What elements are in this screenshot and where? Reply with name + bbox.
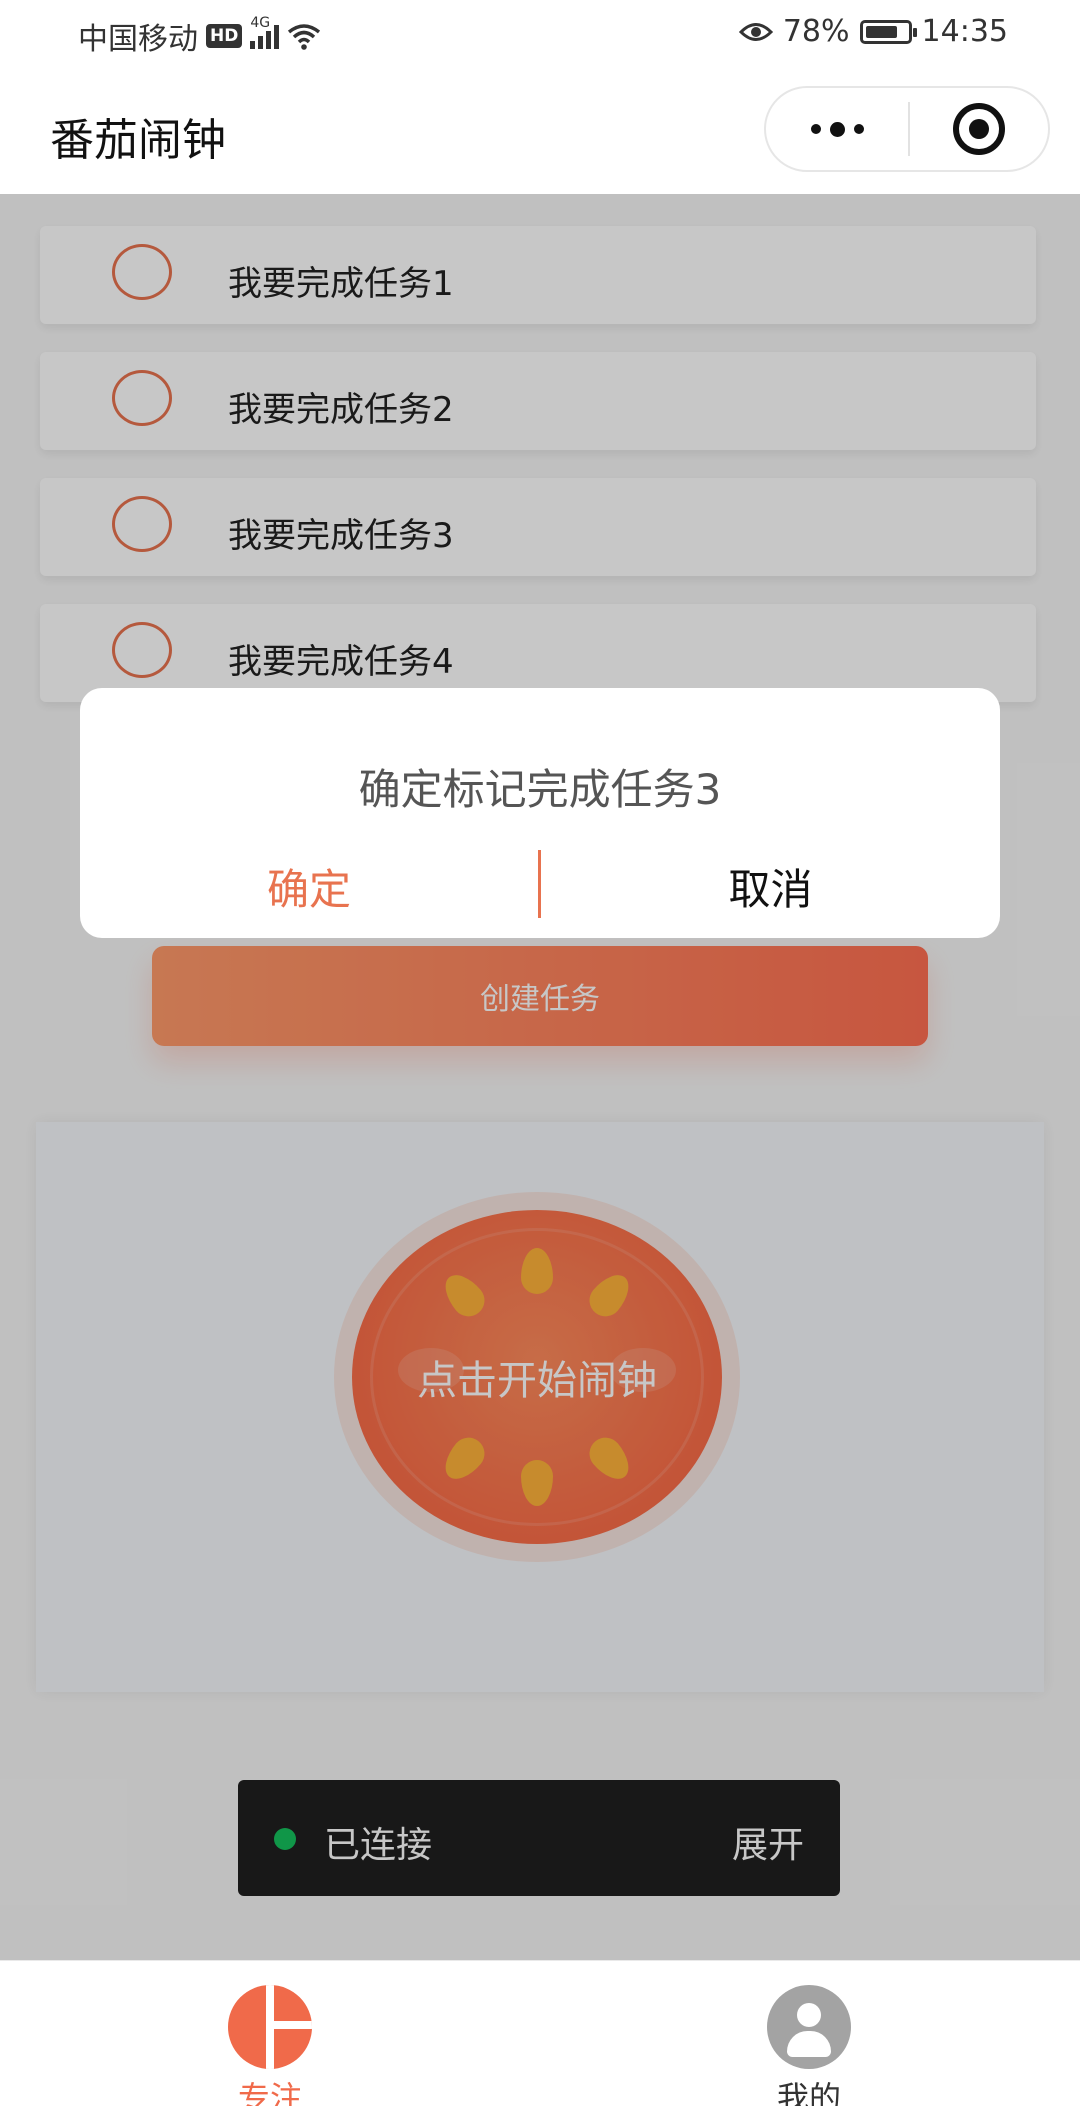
hd-badge: HD xyxy=(206,24,243,48)
cancel-button[interactable]: 取消 xyxy=(541,856,1000,917)
miniprogram-capsule xyxy=(764,86,1050,172)
tab-mine-label: 我的 xyxy=(776,2079,841,2106)
dialog-title: 确定标记完成任务3 xyxy=(358,765,722,814)
eye-icon xyxy=(738,22,773,41)
user-avatar-icon xyxy=(767,1985,851,2069)
battery-icon xyxy=(859,19,917,44)
more-menu-button[interactable] xyxy=(766,88,908,170)
target-icon xyxy=(953,103,1005,155)
tab-bar: 专注 我的 xyxy=(0,1960,1080,2106)
tab-focus-label: 专注 xyxy=(237,2079,302,2106)
tab-focus[interactable]: 专注 xyxy=(170,1973,370,2106)
confirm-dialog: 确定标记完成任务3 确定 取消 xyxy=(80,688,1000,938)
cellular-signal-icon: 4G xyxy=(250,15,280,49)
tomato-icon xyxy=(228,1985,312,2069)
status-bar: 中国移动 HD 4G 78% 14:35 xyxy=(0,0,1080,66)
carrier-name: 中国移动 xyxy=(78,22,198,57)
battery-percent: 78% xyxy=(782,14,850,49)
close-miniprogram-button[interactable] xyxy=(910,88,1048,170)
page-title: 番茄闹钟 xyxy=(50,115,226,166)
nav-bar: 番茄闹钟 xyxy=(0,66,1080,194)
confirm-button[interactable]: 确定 xyxy=(80,856,538,917)
wifi-icon xyxy=(288,24,321,50)
status-left: 中国移动 HD 4G xyxy=(78,14,321,58)
network-type: 4G xyxy=(250,15,271,31)
tab-mine[interactable]: 我的 xyxy=(709,1973,909,2106)
status-right: 78% 14:35 xyxy=(738,14,1008,49)
modal-mask xyxy=(0,194,1080,1960)
clock-time: 14:35 xyxy=(921,14,1008,49)
